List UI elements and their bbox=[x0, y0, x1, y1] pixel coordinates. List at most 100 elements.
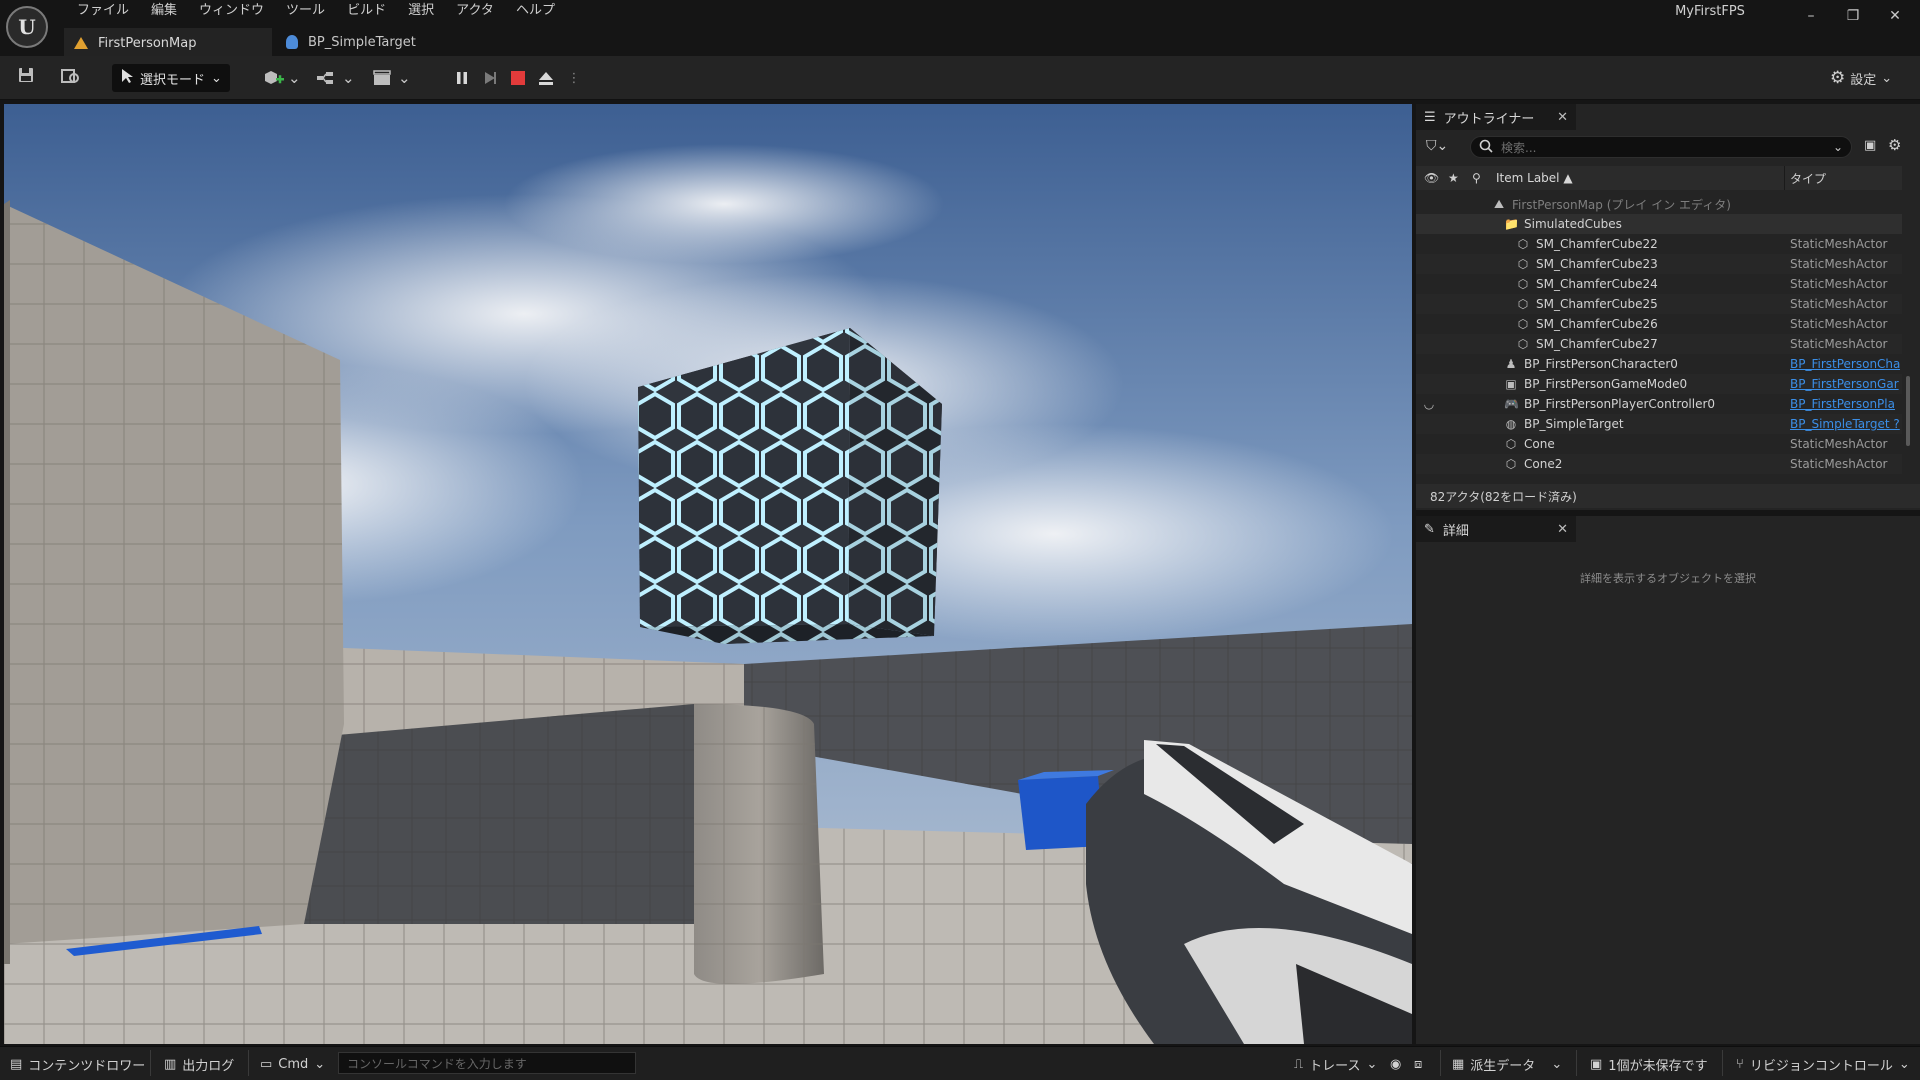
outliner-row-label: SM_ChamferCube24 bbox=[1536, 277, 1658, 291]
outliner-row-type-link[interactable]: BP_SimpleTarget ? bbox=[1790, 417, 1900, 431]
content-drawer-button[interactable]: ▤ コンテンツドロワー bbox=[10, 1054, 145, 1074]
static-mesh-icon: ⬡ bbox=[1517, 237, 1529, 251]
item-label-column[interactable]: Item Label ▲ bbox=[1496, 171, 1573, 185]
chevron-down-icon: ⌄ bbox=[1898, 1056, 1910, 1072]
outliner-row[interactable]: ⬡ SM_ChamferCube24 StaticMeshActor bbox=[1416, 274, 1902, 294]
divider bbox=[1722, 1050, 1723, 1076]
chevron-down-icon: ⌄ bbox=[1551, 1056, 1563, 1072]
minimize-icon[interactable]: – bbox=[1790, 4, 1832, 28]
outliner-row[interactable]: ⬡ SM_ChamferCube22 StaticMeshActor bbox=[1416, 234, 1902, 254]
cinematics-dropdown[interactable]: ⌄ bbox=[372, 66, 411, 90]
cmd-label: Cmd bbox=[278, 1056, 309, 1072]
menu-window[interactable]: ウィンドウ bbox=[188, 0, 275, 22]
save-icon[interactable] bbox=[14, 66, 38, 90]
level-warning-icon bbox=[74, 37, 88, 49]
divider bbox=[1576, 1050, 1577, 1076]
type-column[interactable]: タイプ bbox=[1790, 170, 1826, 187]
outliner-scrollbar[interactable] bbox=[1906, 376, 1910, 446]
outliner-row-type-link[interactable]: BP_FirstPersonCha bbox=[1790, 357, 1900, 371]
menu-tools[interactable]: ツール bbox=[275, 0, 336, 22]
settings-dropdown[interactable]: ⚙ 設定 ⌄ bbox=[1830, 66, 1892, 90]
log-icon: ▥ bbox=[164, 1056, 177, 1072]
outliner-row-label: BP_SimpleTarget bbox=[1524, 417, 1624, 431]
outliner-row-type-link[interactable]: BP_FirstPersonGar bbox=[1790, 377, 1900, 391]
chevron-down-icon: ⌄ bbox=[211, 70, 222, 86]
chevron-down-icon[interactable]: ⌄ bbox=[1833, 140, 1843, 154]
pause-icon[interactable] bbox=[450, 66, 474, 90]
pin-icon[interactable]: ⚲ bbox=[1472, 171, 1481, 185]
menu-file[interactable]: ファイル bbox=[66, 0, 140, 22]
settings-label: 設定 bbox=[1850, 72, 1877, 88]
derived-data-dropdown[interactable]: ▦ 派生データ ⌄ bbox=[1452, 1054, 1562, 1074]
content-drawer-label: コンテンツドロワー bbox=[28, 1058, 146, 1074]
branch-icon: ⑂ bbox=[1736, 1056, 1744, 1072]
outliner-row-label: FirstPersonMap (プレイ イン エディタ) bbox=[1512, 197, 1731, 212]
selection-mode-dropdown[interactable]: 選択モード ⌄ bbox=[112, 64, 230, 92]
eject-icon[interactable] bbox=[534, 66, 558, 90]
content-drawer-icon: ▤ bbox=[10, 1056, 23, 1072]
outliner-icon: ☰ bbox=[1424, 109, 1436, 125]
stop-icon[interactable] bbox=[506, 66, 530, 90]
visibility-eye-icon[interactable]: 👁 bbox=[1424, 171, 1439, 185]
menu-bar: ファイル 編集 ウィンドウ ツール ビルド 選択 アクタ ヘルプ bbox=[66, 0, 566, 22]
level-viewport[interactable] bbox=[4, 104, 1412, 1044]
gear-icon[interactable]: ⚙ bbox=[1888, 136, 1901, 154]
divider bbox=[150, 1050, 151, 1076]
menu-select[interactable]: 選択 bbox=[397, 0, 445, 22]
outliner-row-label: BP_FirstPersonCharacter0 bbox=[1524, 357, 1678, 371]
outliner-row[interactable]: ◍ BP_SimpleTarget BP_SimpleTarget ? bbox=[1416, 414, 1902, 434]
outliner-row[interactable]: ♟ BP_FirstPersonCharacter0 BP_FirstPersonC… bbox=[1416, 354, 1902, 374]
close-icon[interactable]: ✕ bbox=[1874, 4, 1916, 28]
cmd-dropdown[interactable]: ▭ Cmd ⌄ bbox=[260, 1054, 325, 1074]
filter-icon[interactable]: ⛉⌄ bbox=[1426, 138, 1448, 154]
outliner-tab[interactable]: ☰ アウトライナー ✕ bbox=[1416, 104, 1576, 130]
window-controls: – ❐ ✕ bbox=[1790, 4, 1916, 28]
blueprint-dropdown[interactable]: ⌄ bbox=[316, 66, 355, 90]
outliner-row-type: StaticMeshActor bbox=[1790, 317, 1888, 331]
menu-help[interactable]: ヘルプ bbox=[505, 0, 566, 22]
screenshot-icon[interactable]: ⧈ bbox=[1414, 1054, 1422, 1074]
outliner-row[interactable]: ⬡ Cone2 StaticMeshActor bbox=[1416, 454, 1902, 474]
outliner-row[interactable]: ⬡ SM_ChamferCube23 StaticMeshActor bbox=[1416, 254, 1902, 274]
outliner-row[interactable]: ▣ BP_FirstPersonGameMode0 BP_FirstPersonGa… bbox=[1416, 374, 1902, 394]
tab-bp-simpletarget[interactable]: BP_SimpleTarget bbox=[276, 28, 466, 56]
outliner-row-type-link[interactable]: BP_FirstPersonPla bbox=[1790, 397, 1900, 411]
outliner-search-input[interactable]: 検索... ⌄ bbox=[1470, 136, 1852, 158]
revision-control-dropdown[interactable]: ⑂ リビジョンコントロール ⌄ bbox=[1736, 1054, 1910, 1074]
outliner-column-header: 👁 ★ ⚲ Item Label ▲ タイプ bbox=[1416, 166, 1902, 190]
controller-icon: 🎮 bbox=[1504, 397, 1519, 411]
menu-edit[interactable]: 編集 bbox=[140, 0, 188, 22]
outliner-row[interactable]: ⛰ FirstPersonMap (プレイ イン エディタ) bbox=[1416, 194, 1902, 214]
outliner-row[interactable]: ⬡ SM_ChamferCube27 StaticMeshActor bbox=[1416, 334, 1902, 354]
output-log-button[interactable]: ▥ 出力ログ bbox=[164, 1054, 234, 1074]
record-icon[interactable]: ◉ bbox=[1390, 1054, 1401, 1074]
hidden-eye-icon[interactable]: ◡ bbox=[1422, 397, 1436, 411]
menu-build[interactable]: ビルド bbox=[336, 0, 397, 22]
add-actor-dropdown[interactable]: ⌄ bbox=[262, 66, 301, 90]
tab-firstpersonmap[interactable]: FirstPersonMap bbox=[64, 28, 272, 56]
outliner-row[interactable]: ⬡ SM_ChamferCube25 StaticMeshActor bbox=[1416, 294, 1902, 314]
close-icon[interactable]: ✕ bbox=[1557, 522, 1568, 537]
menu-actor[interactable]: アクタ bbox=[445, 0, 505, 22]
unreal-logo-icon[interactable]: U bbox=[6, 6, 48, 48]
step-icon[interactable] bbox=[478, 66, 502, 90]
outliner-row[interactable]: 🎮 BP_FirstPersonPlayerController0 BP_First… bbox=[1416, 394, 1902, 414]
more-options-icon[interactable]: ⋮ bbox=[562, 66, 586, 90]
outliner-row-type: StaticMeshActor bbox=[1790, 237, 1888, 251]
blueprint-actor-icon: ◍ bbox=[1505, 417, 1517, 431]
outliner-row[interactable]: ⬡ SM_ChamferCube26 StaticMeshActor bbox=[1416, 314, 1902, 334]
details-tab[interactable]: ✎ 詳細 ✕ bbox=[1416, 516, 1576, 542]
close-icon[interactable]: ✕ bbox=[1557, 110, 1568, 125]
outliner-row[interactable]: 📁 SimulatedCubes bbox=[1416, 214, 1902, 234]
outliner-row[interactable]: ⬡ Cone StaticMeshActor bbox=[1416, 434, 1902, 454]
star-icon[interactable]: ★ bbox=[1448, 171, 1459, 185]
restore-icon[interactable]: ❐ bbox=[1832, 4, 1874, 28]
add-folder-icon[interactable]: ▣ bbox=[1864, 138, 1876, 153]
console-command-input[interactable]: コンソールコマンドを入力します bbox=[338, 1052, 636, 1074]
chevron-down-icon: ⌄ bbox=[288, 69, 301, 87]
outliner-row-type: StaticMeshActor bbox=[1790, 457, 1888, 471]
unsaved-button[interactable]: ▣ 1個が未保存です bbox=[1590, 1054, 1708, 1074]
trace-dropdown[interactable]: ⎍ トレース ⌄ bbox=[1294, 1054, 1377, 1074]
browse-level-icon[interactable] bbox=[58, 66, 82, 90]
search-icon bbox=[1479, 139, 1493, 156]
